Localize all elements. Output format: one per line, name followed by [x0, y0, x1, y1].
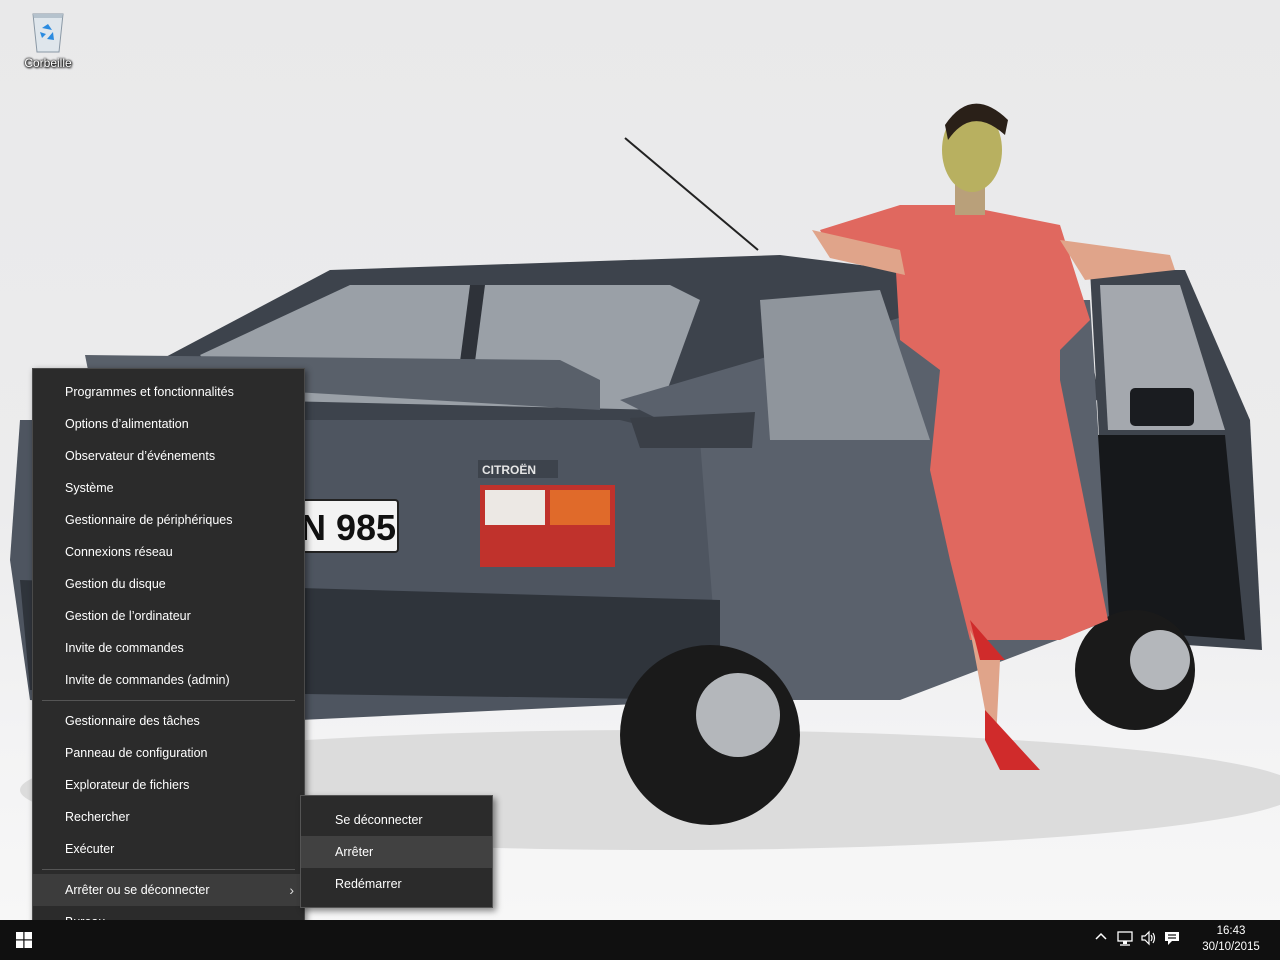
menu-item-event-viewer[interactable]: Observateur d’événements	[33, 440, 304, 472]
menu-item-disk-management[interactable]: Gestion du disque	[33, 568, 304, 600]
clock[interactable]: 16:43 30/10/2015	[1196, 923, 1266, 955]
menu-item-control-panel[interactable]: Panneau de configuration	[33, 737, 304, 769]
action-center-icon[interactable]	[1164, 930, 1180, 949]
menu-item-run[interactable]: Exécuter	[33, 833, 304, 865]
taskbar: 16:43 30/10/2015	[0, 920, 1280, 960]
license-plate-text: N 985	[300, 507, 396, 548]
submenu-item-sign-out[interactable]: Se déconnecter	[301, 804, 492, 836]
menu-separator	[42, 869, 295, 870]
car-badge-text: CITROËN	[482, 462, 536, 477]
menu-item-system[interactable]: Système	[33, 472, 304, 504]
menu-item-file-explorer[interactable]: Explorateur de fichiers	[33, 769, 304, 801]
submenu-item-shut-down[interactable]: Arrêter	[301, 836, 492, 868]
menu-item-network-connections[interactable]: Connexions réseau	[33, 536, 304, 568]
menu-item-programs-features[interactable]: Programmes et fonctionnalités	[33, 376, 304, 408]
menu-item-command-prompt[interactable]: Invite de commandes	[33, 632, 304, 664]
volume-icon[interactable]	[1140, 930, 1156, 949]
menu-item-command-prompt-admin[interactable]: Invite de commandes (admin)	[33, 664, 304, 696]
recycle-bin-icon	[32, 13, 64, 53]
menu-item-shutdown-signout-label: Arrêter ou se déconnecter	[65, 883, 210, 897]
menu-item-computer-management[interactable]: Gestion de l’ordinateur	[33, 600, 304, 632]
network-icon[interactable]	[1117, 930, 1133, 949]
clock-time: 16:43	[1216, 925, 1246, 937]
menu-item-task-manager[interactable]: Gestionnaire des tâches	[33, 705, 304, 737]
system-tray: 16:43 30/10/2015	[1090, 920, 1280, 960]
menu-item-shutdown-signout[interactable]: Arrêter ou se déconnecter ›	[33, 874, 304, 906]
menu-item-device-manager[interactable]: Gestionnaire de périphériques	[33, 504, 304, 536]
chevron-right-icon: ›	[289, 882, 294, 898]
menu-item-power-options[interactable]: Options d’alimentation	[33, 408, 304, 440]
recycle-bin[interactable]: Corbeille	[14, 8, 82, 70]
shutdown-submenu: Se déconnecter Arrêter Redémarrer	[300, 795, 493, 908]
start-button[interactable]	[0, 920, 48, 960]
submenu-item-restart[interactable]: Redémarrer	[301, 868, 492, 900]
recycle-bin-label: Corbeille	[24, 56, 72, 70]
clock-date: 30/10/2015	[1202, 941, 1260, 953]
windows-logo-icon	[16, 932, 32, 948]
chevron-up-icon[interactable]	[1094, 930, 1108, 947]
winx-menu: Programmes et fonctionnalités Options d’…	[32, 368, 305, 946]
menu-item-search[interactable]: Rechercher	[33, 801, 304, 833]
menu-separator	[42, 700, 295, 701]
